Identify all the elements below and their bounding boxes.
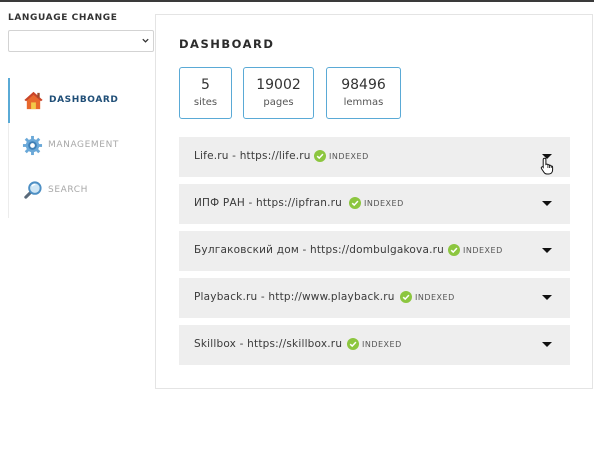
stat-value: 19002 xyxy=(256,77,301,93)
sidebar-item-search[interactable]: SEARCH xyxy=(9,168,149,213)
magnifier-icon xyxy=(24,181,42,199)
check-circle-icon xyxy=(347,338,359,350)
stat-sites: 5 sites xyxy=(179,67,232,119)
site-row-lifru[interactable]: Life.ru - https://life.ru INDEXED xyxy=(179,137,570,177)
stat-caption: pages xyxy=(263,97,294,108)
page-title: DASHBOARD xyxy=(179,37,275,51)
status-text: INDEXED xyxy=(415,292,455,302)
check-circle-icon xyxy=(349,197,361,209)
sidebar-item-label: MANAGEMENT xyxy=(48,140,119,150)
site-row-ipfran[interactable]: ИПФ РАН - https://ipfran.ru INDEXED xyxy=(179,184,570,224)
expand-arrow-icon[interactable] xyxy=(542,342,552,347)
sidebar-item-management[interactable]: MANAGEMENT xyxy=(9,123,149,168)
sidebar-nav: DASHBOARD MANAGEMENT SEARCH xyxy=(8,78,149,218)
status-text: INDEXED xyxy=(362,339,402,349)
site-name: Булгаковский дом - https://dombulgakova.… xyxy=(194,244,444,256)
status-badge: INDEXED xyxy=(314,150,369,162)
stat-lemmas: 98496 lemmas xyxy=(326,67,401,119)
hand-cursor-icon xyxy=(540,157,554,175)
expand-arrow-icon[interactable] xyxy=(542,295,552,300)
gear-icon xyxy=(22,135,43,156)
check-circle-icon xyxy=(400,291,412,303)
site-row-skillbox[interactable]: Skillbox - https://skillbox.ru INDEXED xyxy=(179,325,570,365)
stat-caption: lemmas xyxy=(343,97,384,108)
language-select[interactable] xyxy=(8,30,154,52)
check-circle-icon xyxy=(448,244,460,256)
site-row-playback[interactable]: Playback.ru - http://www.playback.ru IND… xyxy=(179,278,570,318)
status-badge: INDEXED xyxy=(400,291,455,303)
stat-pages: 19002 pages xyxy=(243,67,314,119)
status-text: INDEXED xyxy=(329,151,369,161)
status-badge: INDEXED xyxy=(448,244,503,256)
home-icon xyxy=(24,91,43,110)
status-text: INDEXED xyxy=(364,198,404,208)
site-name: Playback.ru - http://www.playback.ru xyxy=(194,291,395,303)
stat-value: 5 xyxy=(201,77,210,93)
dashboard-panel: DASHBOARD 5 sites 19002 pages 98496 lemm… xyxy=(155,14,593,389)
status-badge: INDEXED xyxy=(347,338,402,350)
sidebar-item-label: SEARCH xyxy=(48,185,89,195)
expand-arrow-icon[interactable] xyxy=(542,248,552,253)
site-name: Life.ru - https://life.ru xyxy=(194,150,311,162)
status-text: INDEXED xyxy=(463,245,503,255)
sidebar-item-label: DASHBOARD xyxy=(49,95,119,105)
status-badge: INDEXED xyxy=(349,197,404,209)
site-name: Skillbox - https://skillbox.ru xyxy=(194,338,343,350)
site-name: ИПФ РАН - https://ipfran.ru xyxy=(194,197,343,209)
site-row-dombulgakova[interactable]: Булгаковский дом - https://dombulgakova.… xyxy=(179,231,570,271)
stat-value: 98496 xyxy=(341,77,386,93)
language-label: LANGUAGE CHANGE xyxy=(8,13,118,23)
stat-caption: sites xyxy=(193,97,218,108)
top-border xyxy=(0,0,594,2)
chevron-down-icon xyxy=(142,38,149,43)
check-circle-icon xyxy=(314,150,326,162)
expand-arrow-icon[interactable] xyxy=(542,201,552,206)
sidebar-item-dashboard[interactable]: DASHBOARD xyxy=(8,78,150,123)
